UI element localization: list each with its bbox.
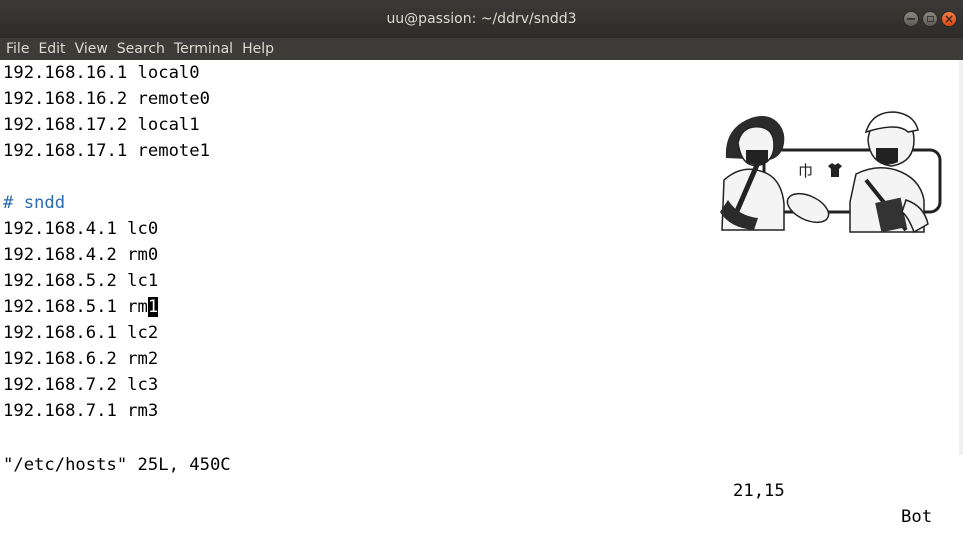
text-line: 192.168.17.2 local1 — [3, 115, 200, 135]
menu-terminal[interactable]: Terminal — [174, 41, 233, 57]
text-line: 192.168.4.1 lc0 — [3, 219, 159, 239]
window-controls: × — [903, 11, 957, 27]
menu-bar: File Edit View Search Terminal Help — [0, 38, 963, 60]
menu-view[interactable]: View — [75, 41, 108, 57]
text-line: 192.168.17.1 remote1 — [3, 141, 210, 161]
terminal-scrollbar[interactable] — [959, 60, 963, 455]
background-illustration: 巾 — [720, 111, 942, 234]
svg-text:巾: 巾 — [798, 162, 813, 180]
text-line: 192.168.5.2 lc1 — [3, 271, 159, 291]
title-bar[interactable]: uu@passion: ~/ddrv/sndd3 × — [0, 0, 963, 38]
text-line: 192.168.4.2 rm0 — [3, 245, 159, 265]
comment-line: # sndd — [3, 193, 66, 213]
maximize-icon[interactable] — [922, 11, 938, 27]
text-line-content: 192.168.5.1 rm — [3, 297, 148, 317]
cursor-line: 192.168.5.1 rm1 — [3, 294, 159, 320]
menu-edit[interactable]: Edit — [38, 41, 65, 57]
text-line: 192.168.16.1 local0 — [3, 63, 200, 83]
menu-help[interactable]: Help — [242, 41, 274, 57]
close-icon[interactable]: × — [941, 11, 957, 27]
status-cursor-position: 21,15 — [733, 481, 785, 501]
menu-file[interactable]: File — [6, 41, 29, 57]
minimize-icon[interactable] — [903, 11, 919, 27]
text-line: 192.168.6.1 lc2 — [3, 323, 159, 343]
text-line: 192.168.7.1 rm3 — [3, 401, 159, 421]
text-cursor: 1 — [147, 297, 159, 317]
text-line: 192.168.16.2 remote0 — [3, 89, 210, 109]
text-line: 192.168.7.2 lc3 — [3, 375, 159, 395]
menu-search[interactable]: Search — [117, 41, 165, 57]
status-scroll-position: Bot — [901, 507, 933, 527]
vim-status-line: "/etc/hosts" 25L, 450C 21,15 Bot — [0, 426, 963, 527]
window-title: uu@passion: ~/ddrv/sndd3 — [386, 11, 577, 27]
text-line: 192.168.6.2 rm2 — [3, 349, 159, 369]
status-file-info: "/etc/hosts" 25L, 450C — [3, 455, 231, 475]
